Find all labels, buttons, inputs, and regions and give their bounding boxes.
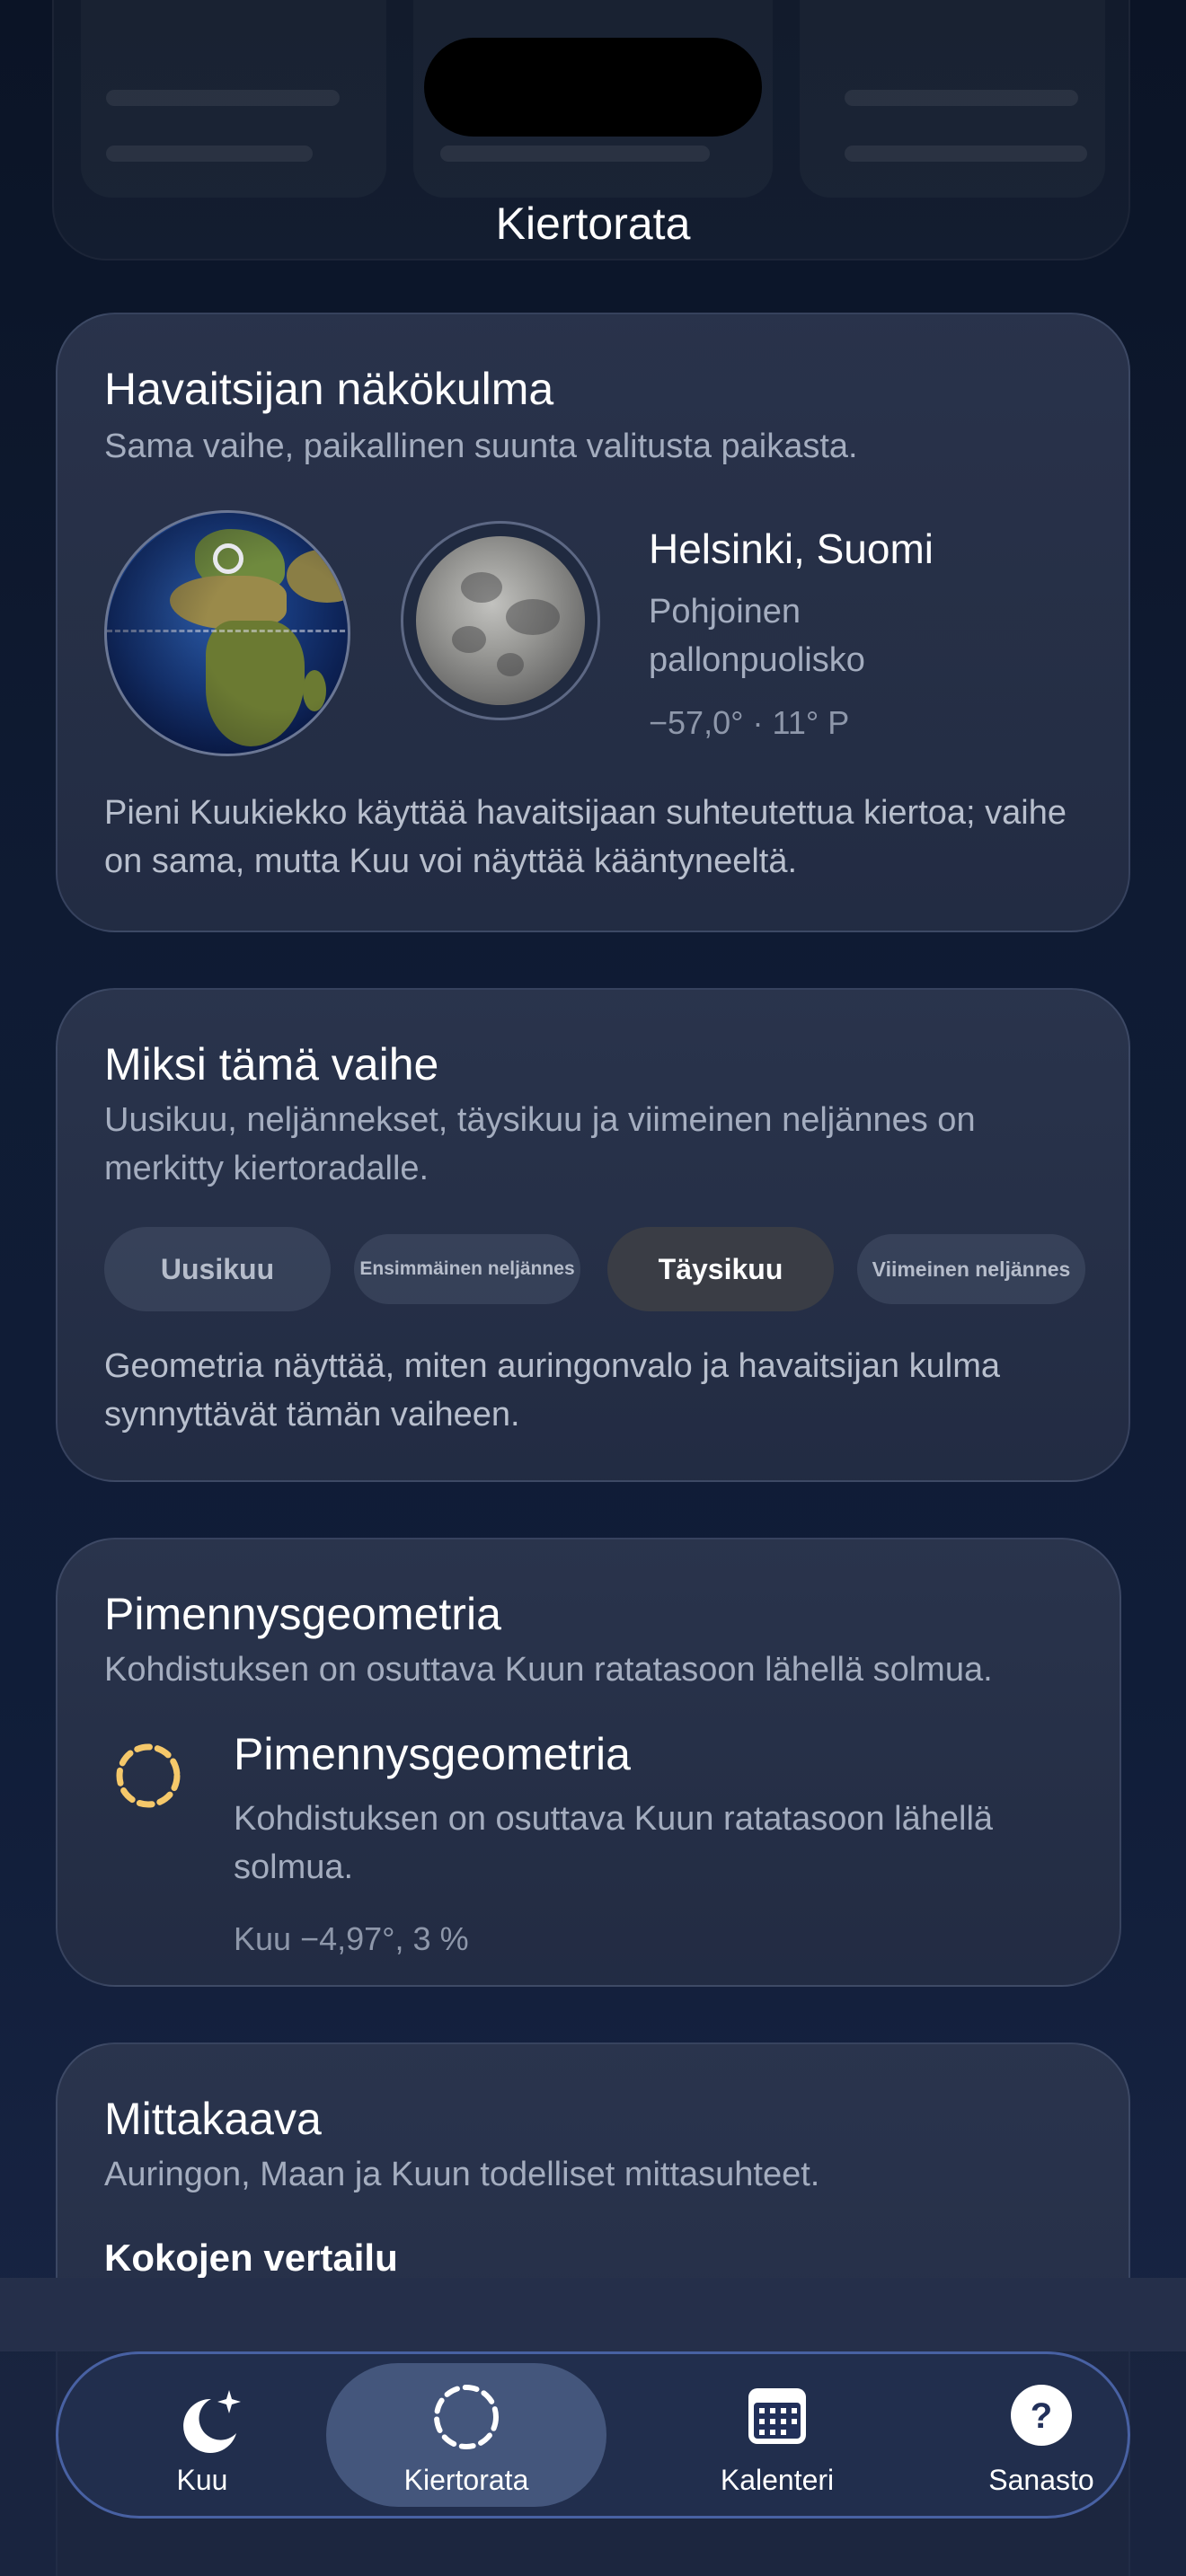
scale-title: Mittakaava xyxy=(104,2094,322,2144)
moon-stars-icon xyxy=(183,2390,241,2453)
eclipse-item-title: Pimennysgeometria xyxy=(234,1729,631,1779)
orbit-icon xyxy=(434,2385,499,2449)
observer-body: Pieni Kuukiekko käyttää havaitsijaan suh… xyxy=(104,794,1067,880)
tab-label: Kiertorata xyxy=(403,2464,529,2496)
scrolled-text xyxy=(440,146,710,162)
tab-kuu[interactable]: Kuu xyxy=(58,2363,346,2507)
calendar-icon xyxy=(748,2388,806,2444)
eclipse-title: Pimennysgeometria xyxy=(104,1589,501,1639)
eclipse-item-meta: Kuu −4,97°, 3 % xyxy=(234,1920,469,1957)
hemisphere-label: Pohjoinen pallonpuolisko xyxy=(649,593,865,679)
phase-pill-new-moon[interactable]: Uusikuu xyxy=(104,1227,331,1311)
dynamic-island xyxy=(424,38,762,137)
scrolled-text xyxy=(845,90,1078,106)
phase-subtitle: Uusikuu, neljännekset, täysikuu ja viime… xyxy=(104,1101,976,1187)
phase-pill-last-quarter[interactable]: Viimeinen neljännes xyxy=(857,1234,1085,1304)
tab-kiertorata[interactable]: Kiertorata xyxy=(326,2363,606,2507)
scrolled-text xyxy=(845,146,1087,162)
observer-title: Havaitsijan näkökulma xyxy=(104,364,554,414)
phase-body: Geometria näyttää, miten auringonvalo ja… xyxy=(104,1347,1000,1434)
tab-label: Kalenteri xyxy=(720,2464,835,2496)
tab-bar: Kuu Kiertorata Kalenteri ? Sanasto xyxy=(56,2351,1130,2519)
phase-pill-first-quarter[interactable]: Ensimmäinen neljännes xyxy=(354,1234,580,1304)
observer-card: Havaitsijan näkökulma Sama vaihe, paikal… xyxy=(56,313,1130,932)
eclipse-card: Pimennysgeometria Kohdistuksen on osutta… xyxy=(56,1538,1121,1987)
earth-globe xyxy=(104,510,350,756)
tab-sanasto[interactable]: ? Sanasto xyxy=(898,2363,1185,2507)
tab-label: Sanasto xyxy=(988,2464,1094,2496)
scale-subtitle: Auringon, Maan ja Kuun todelliset mittas… xyxy=(104,2156,820,2193)
eclipse-subtitle: Kohdistuksen on osuttava Kuun ratatasoon… xyxy=(104,1651,993,1689)
eclipse-item-text: Kohdistuksen on osuttava Kuun ratatasoon… xyxy=(234,1800,994,1886)
question-icon: ? xyxy=(1011,2385,1072,2446)
phase-title: Miksi tämä vaihe xyxy=(104,1039,439,1090)
moon-disc xyxy=(401,521,600,720)
phase-card: Miksi tämä vaihe Uusikuu, neljännekset, … xyxy=(56,988,1130,1482)
tabbar-backdrop xyxy=(0,2278,1186,2351)
coordinates-label: −57,0° · 11° P xyxy=(649,704,850,741)
scale-section-heading: Kokojen vertailu xyxy=(104,2236,398,2279)
tab-kalenteri[interactable]: Kalenteri xyxy=(642,2363,912,2507)
location-name: Helsinki, Suomi xyxy=(649,525,934,572)
observer-subtitle: Sama vaihe, paikallinen suunta valitusta… xyxy=(104,428,858,465)
svg-text:?: ? xyxy=(1031,2396,1052,2436)
scrolled-text xyxy=(106,90,340,106)
tab-label: Kuu xyxy=(176,2464,228,2496)
phase-pill-full-moon[interactable]: Täysikuu xyxy=(607,1227,834,1311)
dashed-orbit-icon xyxy=(116,1743,181,1808)
page-title: Kiertorata xyxy=(495,198,691,249)
scrolled-text xyxy=(106,146,313,162)
location-marker-icon xyxy=(213,543,243,574)
